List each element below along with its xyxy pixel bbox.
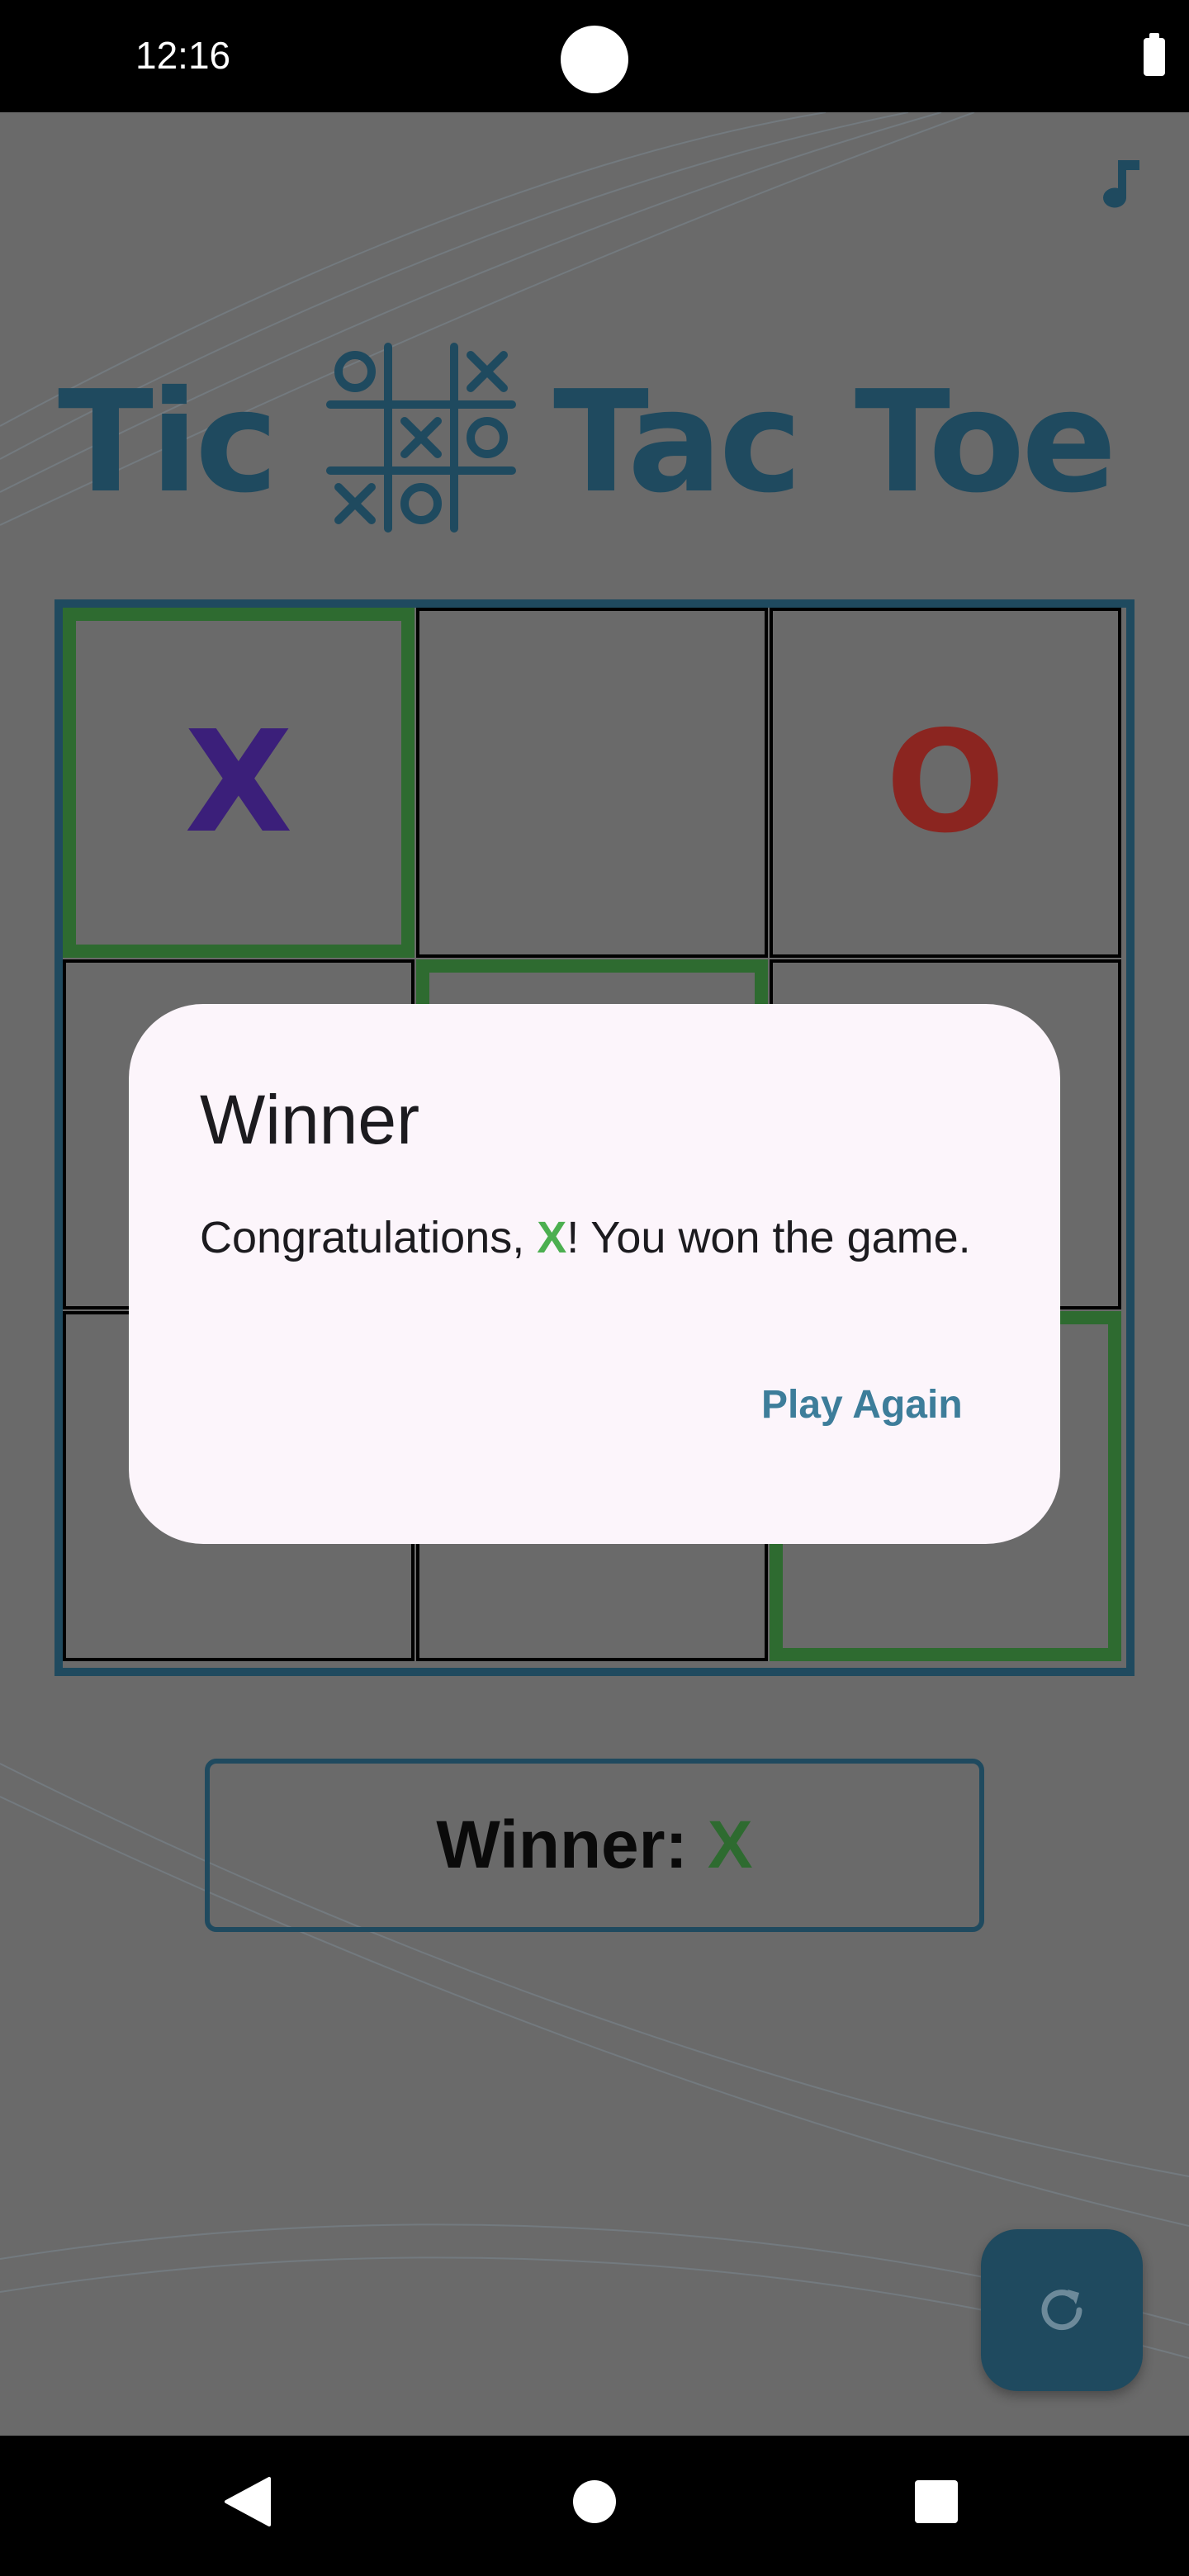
winner-status: Winner: X	[205, 1759, 984, 1932]
home-icon[interactable]	[573, 2480, 616, 2523]
tic-tac-toe-grid-icon	[326, 343, 516, 533]
cell-mark: O	[885, 701, 1006, 864]
board-cell-1[interactable]: X	[63, 608, 414, 958]
winner-dialog: Winner Congratulations, X! You won the g…	[129, 1004, 1060, 1544]
battery-icon	[1144, 33, 1165, 76]
title-word-tac: Tac	[553, 361, 803, 524]
recents-icon[interactable]	[915, 2480, 958, 2523]
winner-label: Winner:	[436, 1807, 688, 1882]
app-title: Tic Tac Toe	[58, 343, 1131, 542]
winner-player: X	[707, 1807, 753, 1882]
dialog-message-suffix: ! You won the game.	[566, 1213, 971, 1262]
back-icon[interactable]	[223, 2475, 272, 2528]
dialog-title: Winner	[200, 1081, 420, 1158]
status-bar: 12:16	[0, 0, 1189, 112]
dialog-message: Congratulations, X! You won the game.	[200, 1212, 971, 1263]
dialog-message-prefix: Congratulations,	[200, 1213, 538, 1262]
status-time: 12:16	[135, 34, 231, 77]
board-cell-2[interactable]	[416, 608, 768, 958]
reset-button[interactable]	[981, 2229, 1143, 2391]
dialog-message-player: X	[537, 1213, 567, 1262]
board-cell-3[interactable]: O	[770, 608, 1121, 958]
title-word-tic: Tic	[58, 361, 278, 524]
cell-mark: X	[184, 701, 293, 864]
music-note-icon[interactable]	[1090, 155, 1148, 221]
title-word-toe: Toe	[855, 361, 1116, 524]
refresh-icon	[1041, 2290, 1082, 2331]
play-again-button[interactable]: Play Again	[761, 1382, 963, 1428]
navigation-bar	[0, 2436, 1189, 2576]
front-camera	[561, 26, 628, 93]
